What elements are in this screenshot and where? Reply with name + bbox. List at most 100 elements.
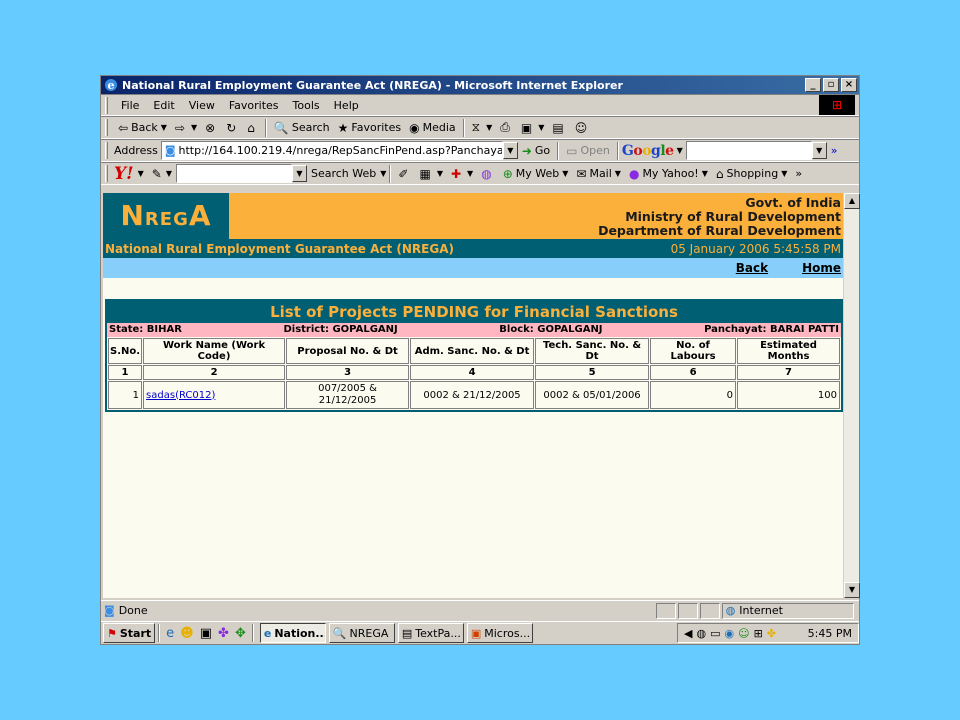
toolbar-chevron-icon[interactable]: »: [831, 144, 838, 157]
column-number-row: 1 2 3 4 5 6 7: [108, 365, 840, 380]
shopping-button[interactable]: ⌂ Shopping ▼: [712, 164, 791, 184]
media-button[interactable]: ◉ Media: [405, 118, 460, 138]
close-button[interactable]: ×: [841, 78, 857, 92]
dropdown-icon: ▼: [160, 123, 167, 132]
menu-view[interactable]: View: [182, 99, 222, 112]
volume-icon[interactable]: ◀: [684, 627, 692, 640]
task-internet-explorer[interactable]: e Nation...: [259, 623, 326, 643]
google-dropdown-button[interactable]: ▼: [811, 142, 827, 159]
toolbar-chevron-icon[interactable]: »: [795, 167, 802, 180]
discuss-button[interactable]: ▤: [548, 118, 570, 138]
address-input[interactable]: ◙ http://164.100.219.4/nrega/RepSancFinP…: [160, 141, 503, 160]
menu-file[interactable]: File: [114, 99, 146, 112]
system-tray: ◀ ◍ ▭ ◉ ☺ ⊞ ✤ 5:45 PM: [677, 623, 859, 643]
ie-quicklaunch-icon[interactable]: e: [166, 626, 174, 641]
col-number: 2: [143, 365, 286, 380]
minimize-button[interactable]: _: [805, 78, 821, 92]
yahoo-search-input[interactable]: [175, 164, 292, 183]
music-button[interactable]: ◍: [477, 164, 498, 184]
start-button[interactable]: ⚑ Start: [103, 623, 156, 643]
open-button[interactable]: ▭ Open: [562, 141, 614, 161]
antivirus-icon[interactable]: ◉: [724, 627, 734, 640]
nav-bar: Back Home: [103, 258, 843, 278]
col-number: 6: [650, 365, 737, 380]
yahoo-grip: [105, 165, 108, 182]
printer-icon: ⎙: [500, 120, 510, 134]
dropdown-icon[interactable]: ▼: [138, 169, 144, 178]
dropdown-icon[interactable]: ▼: [166, 169, 172, 178]
toolbar-separator: [264, 118, 267, 137]
work-name-link[interactable]: sadas(RC012): [146, 390, 215, 401]
report-panel: List of Projects PENDING for Financial S…: [105, 299, 843, 412]
yahoo-toolbar: Y! ▼ ✎ ▼ ▼ Search Web ▼ ✐ ▦ ▼ ✚ ▼ ◍ ⊕ My We…: [101, 162, 859, 185]
standard-toolbar: ⇦ Back ▼ ⇨ ▼ ⊗ ↻ ⌂ 🔍 Search ★ Favorites ◉ Medi…: [101, 116, 859, 139]
history-button[interactable]: ⧖ ▼: [468, 118, 497, 138]
safety-tray-icon[interactable]: ✤: [767, 627, 776, 640]
yahoo-logo[interactable]: Y!: [114, 164, 134, 184]
pencil-button[interactable]: ✐: [394, 164, 415, 184]
vertical-scrollbar[interactable]: ▲ ▼: [843, 193, 860, 598]
menu-edit[interactable]: Edit: [146, 99, 181, 112]
govt-line-2: Ministry of Rural Development: [625, 209, 841, 224]
edit-button[interactable]: ▣ ▼: [517, 118, 549, 138]
google-search-input[interactable]: [685, 141, 812, 160]
menu-tools[interactable]: Tools: [286, 99, 327, 112]
home-button[interactable]: ⌂: [243, 118, 262, 138]
network-icon[interactable]: ◍: [696, 627, 706, 640]
task-nrega[interactable]: 🔍 NREGA: [328, 623, 395, 643]
my-yahoo-button[interactable]: ● My Yahoo! ▼: [625, 164, 712, 184]
favorites-button[interactable]: ★ Favorites: [334, 118, 405, 138]
toolbar-separator: [389, 164, 392, 183]
refresh-button[interactable]: ↻: [222, 118, 243, 138]
home-link[interactable]: Home: [802, 261, 841, 275]
yahoo-search-dropdown[interactable]: ▼: [291, 165, 307, 182]
messenger-quicklaunch-icon[interactable]: ☻: [180, 626, 194, 641]
col-number: 7: [737, 365, 840, 380]
google-logo[interactable]: Google: [622, 143, 674, 159]
app-tray-icon[interactable]: ⊞: [754, 627, 763, 640]
col-header-work-name: Work Name (Work Code): [143, 338, 286, 364]
app-quicklaunch-icon[interactable]: ✤: [218, 626, 229, 641]
dropdown-icon: ▼: [701, 169, 708, 178]
desktop-quicklaunch-icon[interactable]: ▣: [200, 626, 212, 641]
messenger-tray-icon[interactable]: ☺: [738, 627, 749, 640]
back-link[interactable]: Back: [736, 261, 768, 275]
antispy-button[interactable]: ✚ ▼: [447, 164, 477, 184]
monitor-icon[interactable]: ▭: [710, 627, 720, 640]
task-microsoft[interactable]: ▣ Micros...: [466, 623, 533, 643]
zone-text: Internet: [739, 604, 783, 617]
back-arrow-icon: ⇦: [118, 120, 129, 135]
stop-button[interactable]: ⊗: [201, 118, 222, 138]
task-textpad[interactable]: ▤ TextPa...: [397, 623, 464, 643]
app2-quicklaunch-icon[interactable]: ✥: [235, 626, 246, 641]
print-button[interactable]: ⎙: [496, 118, 517, 138]
address-dropdown-button[interactable]: ▼: [502, 142, 518, 159]
menu-help[interactable]: Help: [327, 99, 366, 112]
textpad-icon: ▤: [401, 626, 413, 640]
dropdown-icon[interactable]: ▼: [677, 146, 683, 155]
bookmark-button[interactable]: ▦ ▼: [415, 164, 447, 184]
maximize-button[interactable]: ▫: [823, 78, 839, 92]
messenger-button[interactable]: ☺: [571, 118, 595, 138]
my-web-button[interactable]: ⊕ My Web ▼: [499, 164, 573, 184]
back-button[interactable]: ⇦ Back ▼: [114, 118, 171, 138]
forward-arrow-icon: ⇨: [174, 120, 185, 135]
search-button[interactable]: 🔍 Search: [270, 118, 334, 138]
cell-labours: 0: [650, 381, 737, 409]
highlighter-icon[interactable]: ✎: [152, 167, 162, 181]
govt-line-3: Department of Rural Development: [598, 223, 841, 238]
scroll-up-button[interactable]: ▲: [844, 193, 860, 209]
scroll-down-button[interactable]: ▼: [844, 582, 860, 598]
panchayat-label: Panchayat: BARAI PATTI: [704, 324, 839, 335]
forward-button[interactable]: ⇨ ▼: [171, 118, 201, 138]
go-button[interactable]: ➜ Go: [518, 141, 554, 161]
col-number: 1: [108, 365, 143, 380]
clock: 5:45 PM: [807, 626, 852, 640]
mail-button[interactable]: ✉ Mail ▼: [572, 164, 625, 184]
menu-favorites[interactable]: Favorites: [222, 99, 286, 112]
media-icon: ◉: [409, 120, 420, 135]
search-web-button[interactable]: Search Web: [307, 164, 380, 184]
projects-table: S.No. Work Name (Work Code) Proposal No.…: [107, 337, 841, 410]
menu-grip: [105, 96, 108, 114]
dropdown-icon[interactable]: ▼: [380, 169, 386, 178]
